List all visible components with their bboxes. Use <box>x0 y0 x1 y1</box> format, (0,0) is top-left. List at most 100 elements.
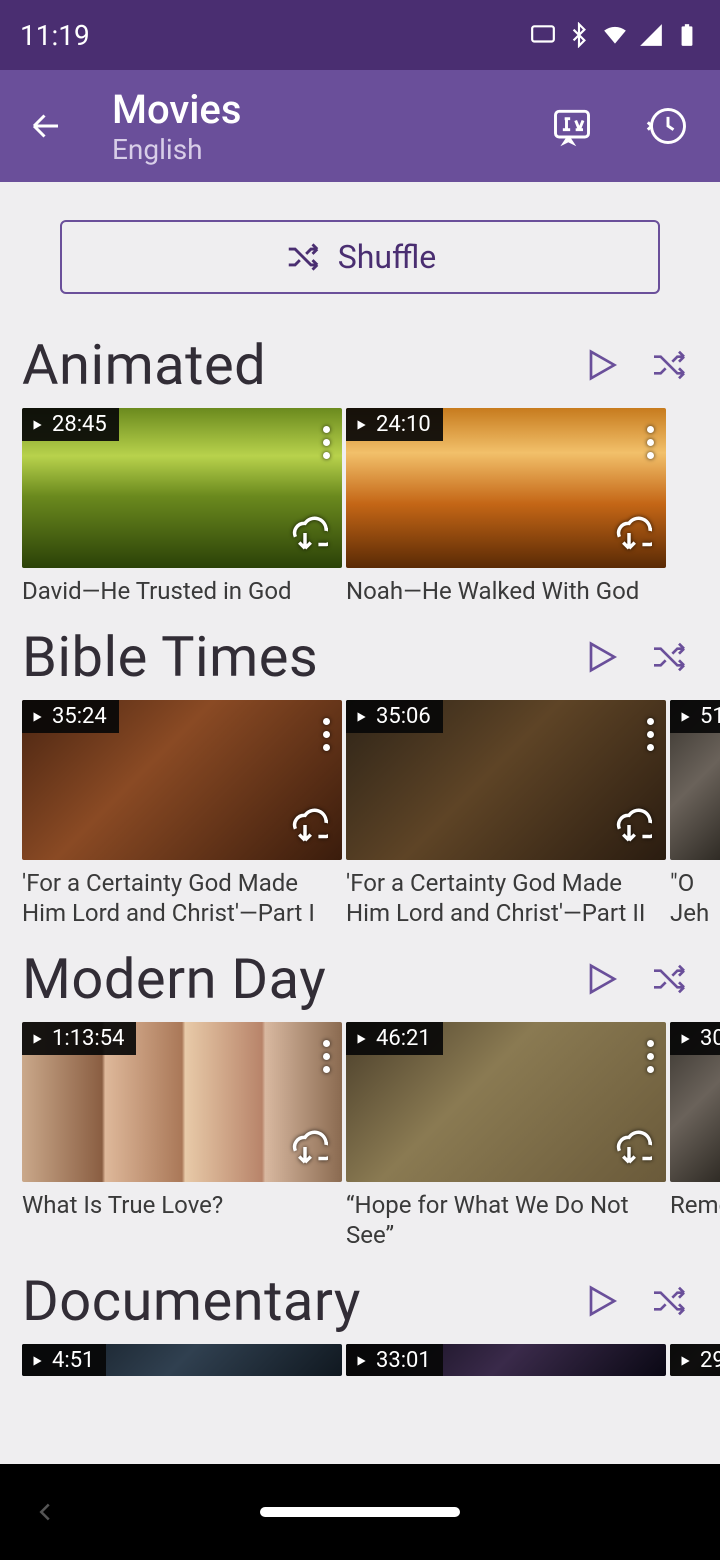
system-nav-bar <box>0 1464 720 1560</box>
card-row[interactable]: 4:51 33:01 29 <box>0 1344 720 1376</box>
duration-badge: 4:51 <box>22 1344 106 1376</box>
shuffle-button[interactable]: Shuffle <box>60 220 660 294</box>
section-header: Documentary <box>0 1250 720 1338</box>
shuffle-icon <box>649 959 689 999</box>
nav-home-pill[interactable] <box>260 1507 460 1517</box>
play-icon <box>354 418 368 432</box>
download-button[interactable] <box>606 802 652 852</box>
video-card[interactable]: 29 <box>670 1344 720 1376</box>
more-options-button[interactable] <box>647 1040 654 1073</box>
duration-badge: 28:45 <box>22 408 119 441</box>
video-thumbnail[interactable]: 46:21 <box>346 1022 666 1182</box>
section-title: Bible Times <box>22 624 576 690</box>
app-bar: Movies English <box>0 70 720 182</box>
video-thumbnail[interactable]: 51 <box>670 700 720 860</box>
nav-back-icon[interactable] <box>30 1497 60 1527</box>
play-icon <box>678 1032 692 1046</box>
download-button[interactable] <box>606 510 652 560</box>
video-card[interactable]: 46:21“Hope for What We Do Not See” <box>346 1022 666 1250</box>
play-icon <box>30 710 44 724</box>
shuffle-icon <box>649 345 689 385</box>
section-play-button[interactable] <box>576 954 626 1004</box>
shuffle-label: Shuffle <box>338 238 437 276</box>
video-thumbnail[interactable]: 28:45 <box>22 408 342 568</box>
arrow-left-icon <box>28 108 64 144</box>
duration-text: 51 <box>700 704 720 729</box>
language-button[interactable] <box>546 100 598 152</box>
video-thumbnail[interactable]: 29 <box>670 1344 720 1376</box>
back-button[interactable] <box>16 96 76 156</box>
duration-text: 33:01 <box>376 1348 431 1373</box>
play-icon <box>30 1354 44 1368</box>
duration-badge: 46:21 <box>346 1022 443 1055</box>
language-icon <box>550 104 594 148</box>
duration-text: 35:24 <box>52 704 107 729</box>
more-options-button[interactable] <box>323 718 330 751</box>
section-header: Modern Day <box>0 928 720 1016</box>
play-icon <box>354 1032 368 1046</box>
more-options-button[interactable] <box>647 718 654 751</box>
video-card[interactable]: 28:45 David—He Trusted in God <box>22 408 342 606</box>
video-thumbnail[interactable]: 4:51 <box>22 1344 342 1376</box>
cast-icon <box>530 22 556 48</box>
section-shuffle-button[interactable] <box>644 340 694 390</box>
video-title: "O Jeh <box>670 868 720 928</box>
duration-badge: 35:06 <box>346 700 443 733</box>
duration-text: 28:45 <box>52 412 107 437</box>
play-icon <box>354 1354 368 1368</box>
video-thumbnail[interactable]: 30 <box>670 1022 720 1182</box>
section-shuffle-button[interactable] <box>644 632 694 682</box>
section-play-button[interactable] <box>576 1276 626 1326</box>
shuffle-icon <box>649 1281 689 1321</box>
video-card[interactable]: 1:13:54What Is True Love? <box>22 1022 342 1250</box>
signal-icon <box>638 22 664 48</box>
download-button[interactable] <box>282 1124 328 1174</box>
duration-text: 35:06 <box>376 704 431 729</box>
section-play-button[interactable] <box>576 340 626 390</box>
video-thumbnail[interactable]: 33:01 <box>346 1344 666 1376</box>
video-card[interactable]: 30Reme <box>670 1022 720 1250</box>
section-play-button[interactable] <box>576 632 626 682</box>
duration-text: 30 <box>700 1026 720 1051</box>
video-card[interactable]: 33:01 <box>346 1344 666 1376</box>
play-icon <box>678 710 692 724</box>
video-card[interactable]: 24:10Noah—He Walked With God <box>346 408 666 606</box>
card-row[interactable]: 28:45 David—He Trusted in God24:10Noah—He… <box>0 408 720 606</box>
video-card[interactable]: 35:06'For a Certainty God Made Him Lord … <box>346 700 666 928</box>
video-card[interactable]: 4:51 <box>22 1344 342 1376</box>
duration-text: 4:51 <box>52 1348 94 1373</box>
download-button[interactable] <box>606 1124 652 1174</box>
download-button[interactable] <box>282 802 328 852</box>
video-thumbnail[interactable]: 35:06 <box>346 700 666 860</box>
duration-badge: 1:13:54 <box>22 1022 136 1055</box>
video-title: David—He Trusted in God <box>22 576 342 606</box>
cloud-download-icon <box>606 1124 652 1170</box>
content-area[interactable]: Shuffle Animated 28:45 David—He Trusted i… <box>0 182 720 1464</box>
play-icon <box>678 1354 692 1368</box>
more-options-button[interactable] <box>323 1040 330 1073</box>
section-header: Animated <box>0 314 720 402</box>
video-thumbnail[interactable]: 24:10 <box>346 408 666 568</box>
card-row[interactable]: 1:13:54What Is True Love?46:21“Hope for … <box>0 1022 720 1250</box>
section-shuffle-button[interactable] <box>644 1276 694 1326</box>
play-icon <box>354 710 368 724</box>
section-title: Animated <box>22 332 576 398</box>
shuffle-icon <box>284 238 322 276</box>
video-title: 'For a Certainty God Made Him Lord and C… <box>22 868 342 928</box>
video-card[interactable]: 51 "O Jeh <box>670 700 720 928</box>
more-options-button[interactable] <box>323 426 330 459</box>
video-card[interactable]: 35:24 'For a Certainty God Made Him Lord … <box>22 700 342 928</box>
cloud-download-icon <box>282 510 328 556</box>
download-button[interactable] <box>282 510 328 560</box>
play-icon <box>30 1032 44 1046</box>
shuffle-icon <box>649 637 689 677</box>
history-button[interactable] <box>642 100 694 152</box>
card-row[interactable]: 35:24 'For a Certainty God Made Him Lord … <box>0 700 720 928</box>
play-icon <box>30 418 44 432</box>
duration-text: 24:10 <box>376 412 431 437</box>
more-options-button[interactable] <box>647 426 654 459</box>
section-shuffle-button[interactable] <box>644 954 694 1004</box>
video-thumbnail[interactable]: 1:13:54 <box>22 1022 342 1182</box>
video-thumbnail[interactable]: 35:24 <box>22 700 342 860</box>
play-icon <box>581 345 621 385</box>
